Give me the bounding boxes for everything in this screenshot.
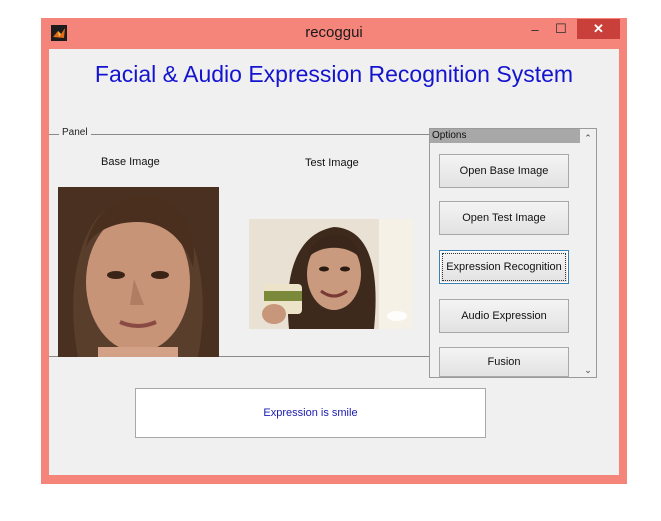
- test-image-label: Test Image: [305, 157, 359, 169]
- page-title: Facial & Audio Expression Recognition Sy…: [94, 61, 574, 87]
- panel-title: Panel: [59, 127, 91, 138]
- options-title: Options: [430, 129, 580, 143]
- base-image-label: Base Image: [101, 156, 160, 168]
- minimize-icon: ‒: [531, 21, 539, 37]
- close-button[interactable]: ✕: [577, 19, 620, 39]
- fusion-button[interactable]: Fusion: [439, 347, 569, 377]
- audio-expression-button[interactable]: Audio Expression: [439, 299, 569, 333]
- result-text: Expression is smile: [263, 407, 358, 419]
- expression-recognition-button[interactable]: Expression Recognition: [439, 250, 569, 284]
- title-bar[interactable]: recoggui ‒ ☐ ✕: [41, 18, 627, 48]
- options-panel: Options Open Base Image Open Test Image …: [429, 128, 597, 378]
- result-display: Expression is smile: [135, 388, 486, 438]
- maximize-icon: ☐: [555, 21, 567, 36]
- options-scrollbar[interactable]: ⌃ ⌄: [580, 129, 596, 377]
- figure-area: Facial & Audio Expression Recognition Sy…: [49, 49, 619, 475]
- scroll-up-icon[interactable]: ⌃: [580, 131, 596, 145]
- minimize-button[interactable]: ‒: [523, 19, 547, 39]
- app-window: recoggui ‒ ☐ ✕ Facial & Audio Expression…: [41, 18, 627, 484]
- close-icon: ✕: [593, 21, 604, 36]
- test-image: [249, 219, 413, 329]
- scroll-down-icon[interactable]: ⌄: [580, 363, 596, 377]
- base-image: [58, 187, 219, 357]
- maximize-button[interactable]: ☐: [549, 19, 573, 39]
- open-test-image-button[interactable]: Open Test Image: [439, 201, 569, 235]
- open-base-image-button[interactable]: Open Base Image: [439, 154, 569, 188]
